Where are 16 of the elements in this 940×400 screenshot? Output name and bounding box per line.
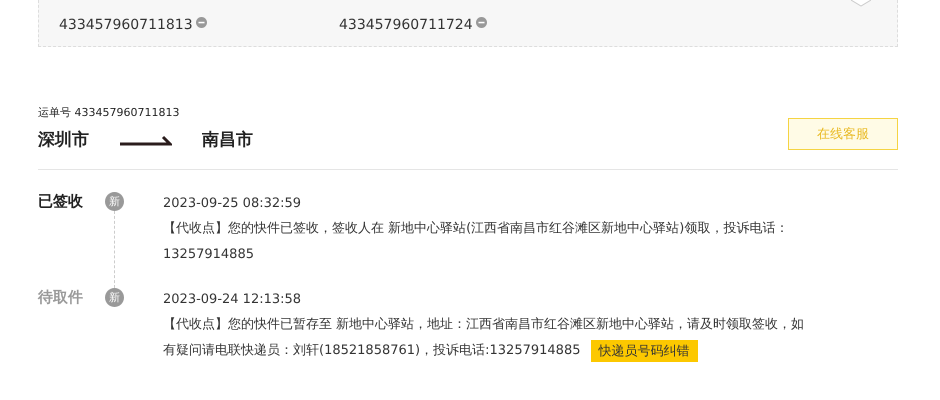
event-time: 2023-09-24 12:13:58 bbox=[163, 291, 302, 309]
tracking-number: 433457960711724 bbox=[339, 17, 473, 33]
event-time: 2023-09-25 08:32:59 bbox=[163, 195, 302, 213]
event-description-line: 有疑问请电联快递员：刘轩(18521858761)，投诉电话:13257914885 bbox=[163, 342, 580, 360]
correct-courier-number-button[interactable]: 快递员号码纠错 bbox=[590, 340, 698, 362]
event-description-line: 13257914885 bbox=[163, 246, 254, 264]
tracking-number: 433457960711813 bbox=[59, 17, 193, 33]
destination-city: 南昌市 bbox=[202, 129, 253, 151]
event-status: 已签收 bbox=[38, 192, 84, 212]
event-status: 待取件 bbox=[38, 288, 84, 308]
new-badge: 新 bbox=[105, 288, 124, 307]
event-description-line: 【代收点】您的快件已暂存至 新地中心驿站，地址：江西省南昌市红谷滩区新地中心驿站，请及时领取签收，如 bbox=[163, 316, 804, 334]
origin-city: 深圳市 bbox=[38, 129, 89, 151]
event-description-line: 【代收点】您的快件已签收，签收人在 新地中心驿站(江西省南昌市红谷滩区新地中心驿站)领取，投诉电话： bbox=[163, 220, 788, 238]
new-badge: 新 bbox=[105, 192, 124, 211]
waybill-number: 运单号 433457960711813 bbox=[38, 105, 180, 120]
